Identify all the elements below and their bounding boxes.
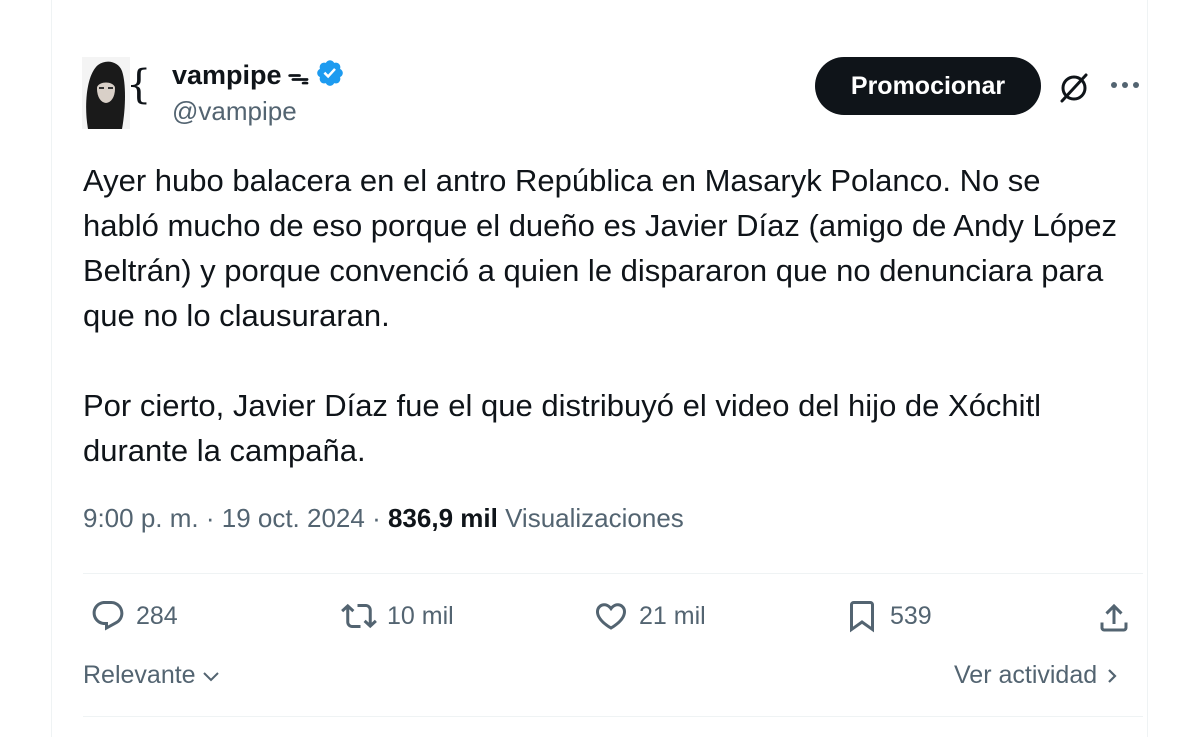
promote-button[interactable]: Promocionar	[815, 57, 1041, 115]
repost-button[interactable]: 10 mil	[341, 598, 454, 634]
sort-label: Relevante	[83, 661, 196, 689]
more-dots-icon[interactable]	[1108, 74, 1142, 96]
author-name-row[interactable]: vampipe ᯓ	[172, 58, 345, 93]
bookmark-icon	[850, 601, 874, 633]
like-count: 21 mil	[639, 601, 706, 630]
author-name-suffix: ᯓ	[287, 63, 310, 89]
repost-count: 10 mil	[387, 601, 454, 630]
slashed-circle-icon[interactable]	[1056, 70, 1092, 106]
reply-button[interactable]: 284	[90, 598, 178, 634]
divider	[83, 716, 1143, 717]
meta-separator: ·	[364, 503, 388, 533]
views-label[interactable]: Visualizaciones	[505, 503, 684, 533]
tweet-paragraph: Por cierto, Javier Díaz fue el que distr…	[83, 388, 1050, 468]
author-name[interactable]: vampipe	[172, 60, 282, 91]
divider	[83, 573, 1143, 574]
author-handle[interactable]: @vampipe	[172, 96, 297, 127]
bookmark-count: 539	[890, 601, 932, 630]
heart-icon	[595, 603, 627, 630]
avatar-brace-decoration: {	[126, 62, 152, 108]
verified-badge-icon[interactable]	[315, 58, 345, 93]
tweet-meta: 9:00 p. m. · 19 oct. 2024 · 836,9 mil Vi…	[83, 503, 684, 534]
repost-icon	[341, 603, 377, 629]
reply-count: 284	[136, 601, 178, 630]
view-activity-label: Ver actividad	[954, 661, 1098, 689]
view-activity-link[interactable]: Ver actividad	[954, 661, 1119, 690]
like-button[interactable]: 21 mil	[593, 598, 706, 634]
sort-dropdown[interactable]: Relevante	[83, 661, 222, 690]
tweet-date[interactable]: 19 oct. 2024	[222, 503, 365, 533]
chevron-down-icon	[202, 671, 219, 681]
meta-separator: ·	[198, 503, 222, 533]
share-icon[interactable]	[1096, 600, 1132, 636]
bookmark-button[interactable]: 539	[844, 598, 932, 634]
tweet-text: Ayer hubo balacera en el antro República…	[83, 158, 1123, 473]
avatar[interactable]	[82, 57, 130, 129]
chevron-right-icon	[1108, 668, 1117, 683]
views-count[interactable]: 836,9 mil	[388, 503, 498, 533]
tweet-time[interactable]: 9:00 p. m.	[83, 503, 199, 533]
tweet-paragraph: Ayer hubo balacera en el antro República…	[83, 163, 1126, 333]
reply-icon	[92, 601, 124, 631]
